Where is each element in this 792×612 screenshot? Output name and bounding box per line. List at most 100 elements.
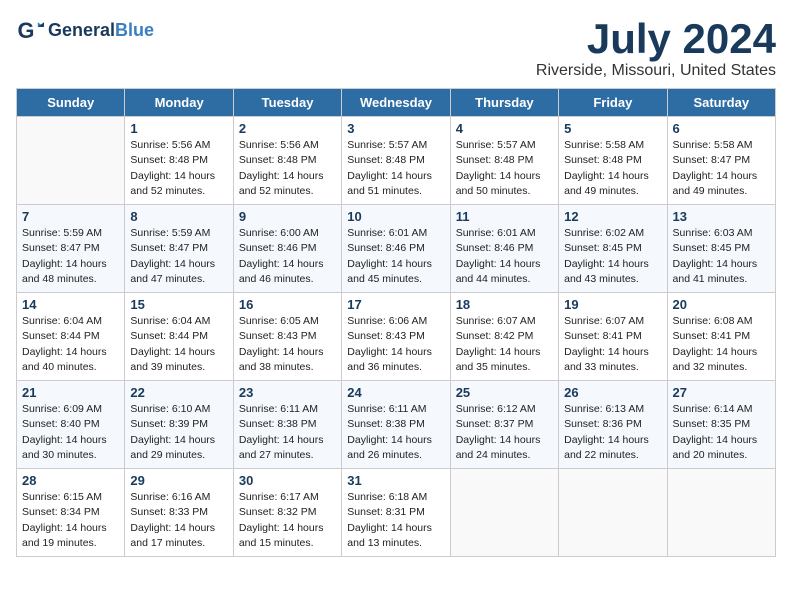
day-number: 13 [673, 209, 770, 224]
cell-info: Sunrise: 5:56 AMSunset: 8:48 PMDaylight:… [130, 138, 227, 199]
day-number: 2 [239, 121, 336, 136]
day-number: 5 [564, 121, 661, 136]
cell-info: Sunrise: 5:57 AMSunset: 8:48 PMDaylight:… [456, 138, 553, 199]
day-number: 24 [347, 385, 444, 400]
day-number: 4 [456, 121, 553, 136]
day-number: 30 [239, 473, 336, 488]
cell-info: Sunrise: 5:57 AMSunset: 8:48 PMDaylight:… [347, 138, 444, 199]
month-title: July 2024 [536, 16, 776, 62]
day-number: 15 [130, 297, 227, 312]
week-row-1: 1 Sunrise: 5:56 AMSunset: 8:48 PMDaylight… [17, 117, 776, 205]
calendar-cell: 17 Sunrise: 6:06 AMSunset: 8:43 PMDayligh… [342, 293, 450, 381]
calendar-cell: 27Sunrise: 6:14 AMSunset: 8:35 PMDayligh… [667, 381, 775, 469]
calendar-cell: 11Sunrise: 6:01 AMSunset: 8:46 PMDayligh… [450, 205, 558, 293]
calendar-cell: 12Sunrise: 6:02 AMSunset: 8:45 PMDayligh… [559, 205, 667, 293]
day-number: 8 [130, 209, 227, 224]
weekday-header-thursday: Thursday [450, 89, 558, 117]
day-number: 9 [239, 209, 336, 224]
day-number: 1 [130, 121, 227, 136]
day-number: 27 [673, 385, 770, 400]
cell-info: Sunrise: 6:01 AMSunset: 8:46 PMDaylight:… [347, 226, 444, 287]
week-row-5: 28 Sunrise: 6:15 AMSunset: 8:34 PMDayligh… [17, 469, 776, 557]
day-number: 16 [239, 297, 336, 312]
calendar-cell: 4 Sunrise: 5:57 AMSunset: 8:48 PMDaylight… [450, 117, 558, 205]
calendar-cell: 26Sunrise: 6:13 AMSunset: 8:36 PMDayligh… [559, 381, 667, 469]
calendar-cell: 22Sunrise: 6:10 AMSunset: 8:39 PMDayligh… [125, 381, 233, 469]
calendar-cell: 8 Sunrise: 5:59 AMSunset: 8:47 PMDaylight… [125, 205, 233, 293]
cell-info: Sunrise: 5:59 AMSunset: 8:47 PMDaylight:… [22, 226, 119, 287]
cell-info: Sunrise: 6:06 AMSunset: 8:43 PMDaylight:… [347, 314, 444, 375]
cell-info: Sunrise: 6:10 AMSunset: 8:39 PMDaylight:… [130, 402, 227, 463]
day-number: 7 [22, 209, 119, 224]
weekday-header-row: SundayMondayTuesdayWednesdayThursdayFrid… [17, 89, 776, 117]
calendar-cell: 23 Sunrise: 6:11 AMSunset: 8:38 PMDayligh… [233, 381, 341, 469]
cell-info: Sunrise: 6:07 AMSunset: 8:41 PMDaylight:… [564, 314, 661, 375]
calendar-cell: 2 Sunrise: 5:56 AMSunset: 8:48 PMDaylight… [233, 117, 341, 205]
week-row-4: 21 Sunrise: 6:09 AMSunset: 8:40 PMDayligh… [17, 381, 776, 469]
calendar-cell: 16 Sunrise: 6:05 AMSunset: 8:43 PMDayligh… [233, 293, 341, 381]
calendar-cell: 1 Sunrise: 5:56 AMSunset: 8:48 PMDaylight… [125, 117, 233, 205]
calendar-cell: 29Sunrise: 6:16 AMSunset: 8:33 PMDayligh… [125, 469, 233, 557]
cell-info: Sunrise: 5:58 AMSunset: 8:47 PMDaylight:… [673, 138, 770, 199]
calendar-cell: 14Sunrise: 6:04 AMSunset: 8:44 PMDayligh… [17, 293, 125, 381]
day-number: 21 [22, 385, 119, 400]
day-number: 6 [673, 121, 770, 136]
cell-info: Sunrise: 6:11 AMSunset: 8:38 PMDaylight:… [347, 402, 444, 463]
cell-info: Sunrise: 6:15 AMSunset: 8:34 PMDaylight:… [22, 490, 119, 551]
calendar-cell: 21 Sunrise: 6:09 AMSunset: 8:40 PMDayligh… [17, 381, 125, 469]
cell-info: Sunrise: 6:08 AMSunset: 8:41 PMDaylight:… [673, 314, 770, 375]
cell-info: Sunrise: 5:59 AMSunset: 8:47 PMDaylight:… [130, 226, 227, 287]
week-row-2: 7 Sunrise: 5:59 AMSunset: 8:47 PMDaylight… [17, 205, 776, 293]
calendar-cell: 5 Sunrise: 5:58 AMSunset: 8:48 PMDaylight… [559, 117, 667, 205]
day-number: 3 [347, 121, 444, 136]
calendar-cell: 25 Sunrise: 6:12 AMSunset: 8:37 PMDayligh… [450, 381, 558, 469]
logo-text: GeneralBlue [48, 20, 154, 41]
day-number: 29 [130, 473, 227, 488]
calendar-cell [17, 117, 125, 205]
calendar-cell: 6 Sunrise: 5:58 AMSunset: 8:47 PMDaylight… [667, 117, 775, 205]
day-number: 23 [239, 385, 336, 400]
cell-info: Sunrise: 6:03 AMSunset: 8:45 PMDaylight:… [673, 226, 770, 287]
logo: G GeneralBlue [16, 16, 154, 44]
calendar-cell: 28 Sunrise: 6:15 AMSunset: 8:34 PMDayligh… [17, 469, 125, 557]
calendar-cell: 20 Sunrise: 6:08 AMSunset: 8:41 PMDayligh… [667, 293, 775, 381]
calendar-cell: 18 Sunrise: 6:07 AMSunset: 8:42 PMDayligh… [450, 293, 558, 381]
cell-info: Sunrise: 5:56 AMSunset: 8:48 PMDaylight:… [239, 138, 336, 199]
day-number: 14 [22, 297, 119, 312]
calendar-cell: 3 Sunrise: 5:57 AMSunset: 8:48 PMDaylight… [342, 117, 450, 205]
weekday-header-wednesday: Wednesday [342, 89, 450, 117]
location-title: Riverside, Missouri, United States [536, 62, 776, 80]
calendar-cell: 7 Sunrise: 5:59 AMSunset: 8:47 PMDaylight… [17, 205, 125, 293]
cell-info: Sunrise: 6:11 AMSunset: 8:38 PMDaylight:… [239, 402, 336, 463]
day-number: 28 [22, 473, 119, 488]
calendar-cell: 10Sunrise: 6:01 AMSunset: 8:46 PMDayligh… [342, 205, 450, 293]
cell-info: Sunrise: 5:58 AMSunset: 8:48 PMDaylight:… [564, 138, 661, 199]
day-number: 20 [673, 297, 770, 312]
cell-info: Sunrise: 6:09 AMSunset: 8:40 PMDaylight:… [22, 402, 119, 463]
cell-info: Sunrise: 6:12 AMSunset: 8:37 PMDaylight:… [456, 402, 553, 463]
weekday-header-tuesday: Tuesday [233, 89, 341, 117]
calendar-cell [667, 469, 775, 557]
day-number: 18 [456, 297, 553, 312]
calendar-cell: 15 Sunrise: 6:04 AMSunset: 8:44 PMDayligh… [125, 293, 233, 381]
day-number: 31 [347, 473, 444, 488]
day-number: 25 [456, 385, 553, 400]
calendar-cell: 30Sunrise: 6:17 AMSunset: 8:32 PMDayligh… [233, 469, 341, 557]
calendar-cell: 24 Sunrise: 6:11 AMSunset: 8:38 PMDayligh… [342, 381, 450, 469]
calendar-cell [450, 469, 558, 557]
cell-info: Sunrise: 6:05 AMSunset: 8:43 PMDaylight:… [239, 314, 336, 375]
day-number: 19 [564, 297, 661, 312]
calendar-cell: 19 Sunrise: 6:07 AMSunset: 8:41 PMDayligh… [559, 293, 667, 381]
day-number: 17 [347, 297, 444, 312]
cell-info: Sunrise: 6:07 AMSunset: 8:42 PMDaylight:… [456, 314, 553, 375]
calendar-cell: 13 Sunrise: 6:03 AMSunset: 8:45 PMDayligh… [667, 205, 775, 293]
svg-text:G: G [18, 18, 35, 43]
cell-info: Sunrise: 6:13 AMSunset: 8:36 PMDaylight:… [564, 402, 661, 463]
weekday-header-monday: Monday [125, 89, 233, 117]
logo-icon: G [16, 16, 44, 44]
logo-blue: Blue [115, 20, 154, 40]
logo-general: General [48, 20, 115, 40]
cell-info: Sunrise: 6:04 AMSunset: 8:44 PMDaylight:… [130, 314, 227, 375]
header: G GeneralBlue July 2024 Riverside, Misso… [16, 16, 776, 80]
weekday-header-friday: Friday [559, 89, 667, 117]
